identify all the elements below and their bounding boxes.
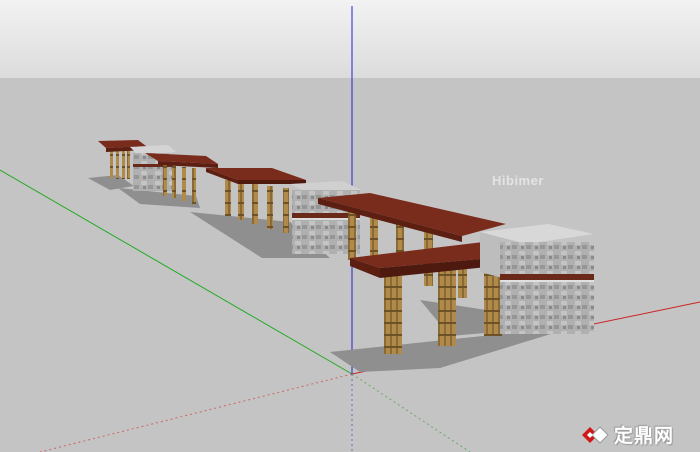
brand-watermark-text: 定鼎网 — [614, 425, 675, 447]
hibimer-watermark: Hibimer — [492, 173, 544, 188]
3d-viewport[interactable]: Hibimer 定鼎网 — [0, 0, 700, 452]
stone-pillar-1 — [130, 145, 176, 191]
green-axis-dotted — [351, 373, 471, 452]
brand-watermark: 定鼎网 — [580, 421, 674, 448]
scene-canvas — [0, 6, 700, 452]
diamond-logo-icon — [582, 425, 609, 444]
